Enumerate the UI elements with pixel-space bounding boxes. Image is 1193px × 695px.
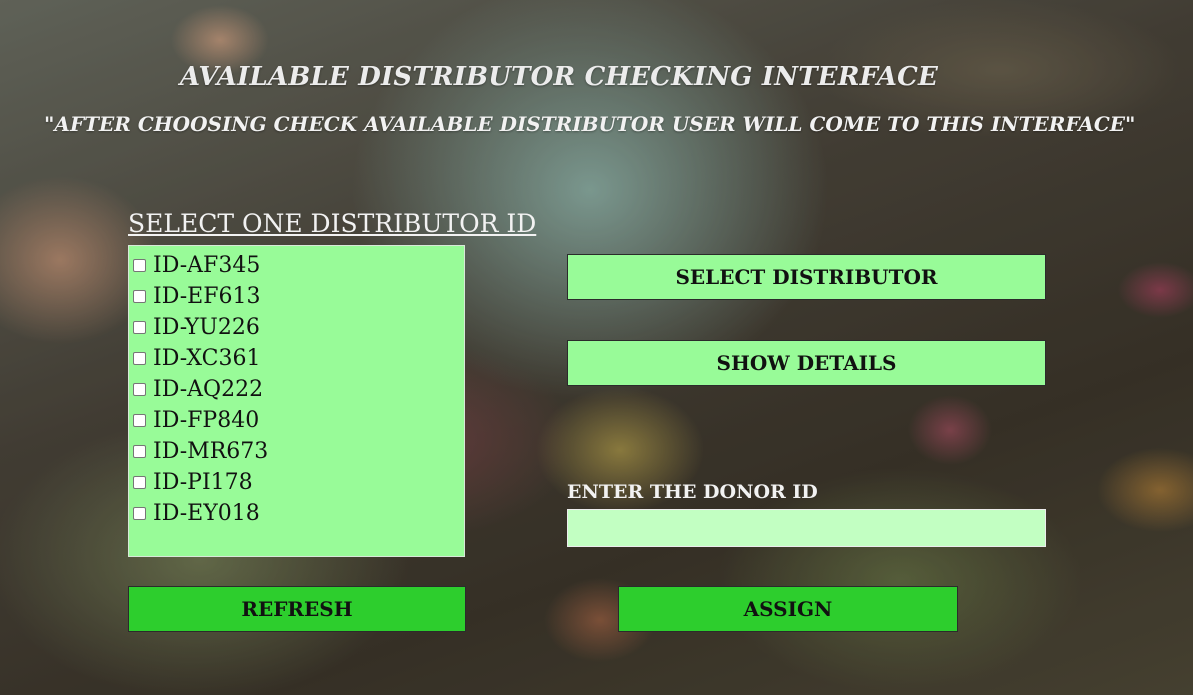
distributor-item[interactable]: ID-YU226 (131, 312, 464, 343)
distributor-checkbox[interactable] (133, 476, 146, 489)
distributor-checkbox[interactable] (133, 290, 146, 303)
distributor-item[interactable]: ID-PI178 (131, 467, 464, 498)
distributor-item[interactable]: ID-AF345 (131, 250, 464, 281)
distributor-id-label: ID-EY018 (153, 501, 260, 526)
distributor-id-label: ID-FP840 (153, 408, 260, 433)
distributor-checkbox[interactable] (133, 259, 146, 272)
distributor-checkbox[interactable] (133, 383, 146, 396)
distributor-item[interactable]: ID-AQ222 (131, 374, 464, 405)
distributor-id-label: ID-AQ222 (153, 377, 264, 402)
distributor-checkbox[interactable] (133, 414, 146, 427)
assign-button[interactable]: ASSIGN (618, 586, 958, 632)
refresh-button[interactable]: REFRESH (128, 586, 466, 632)
distributor-item[interactable]: ID-MR673 (131, 436, 464, 467)
donor-id-label: ENTER THE DONOR ID (567, 481, 818, 503)
distributor-id-label: ID-AF345 (153, 253, 261, 278)
page-subtitle: "AFTER CHOOSING CHECK AVAILABLE DISTRIBU… (44, 112, 1136, 136)
distributor-item[interactable]: ID-EF613 (131, 281, 464, 312)
distributor-checkbox[interactable] (133, 352, 146, 365)
distributor-checkbox[interactable] (133, 445, 146, 458)
donor-id-input[interactable] (567, 509, 1046, 547)
distributor-select-label: SELECT ONE DISTRIBUTOR ID (128, 209, 537, 238)
distributor-id-label: ID-EF613 (153, 284, 261, 309)
distributor-checkbox[interactable] (133, 321, 146, 334)
distributor-id-list: ID-AF345 ID-EF613 ID-YU226 ID-XC361 ID-A… (128, 245, 465, 557)
distributor-item[interactable]: ID-EY018 (131, 498, 464, 529)
distributor-id-label: ID-MR673 (153, 439, 269, 464)
select-distributor-button[interactable]: SELECT DISTRIBUTOR (567, 254, 1046, 300)
distributor-item[interactable]: ID-FP840 (131, 405, 464, 436)
distributor-id-label: ID-XC361 (153, 346, 261, 371)
distributor-id-label: ID-PI178 (153, 470, 253, 495)
page-title: AVAILABLE DISTRIBUTOR CHECKING INTERFACE (179, 62, 939, 92)
distributor-id-label: ID-YU226 (153, 315, 260, 340)
distributor-checkbox[interactable] (133, 507, 146, 520)
distributor-item[interactable]: ID-XC361 (131, 343, 464, 374)
show-details-button[interactable]: SHOW DETAILS (567, 340, 1046, 386)
